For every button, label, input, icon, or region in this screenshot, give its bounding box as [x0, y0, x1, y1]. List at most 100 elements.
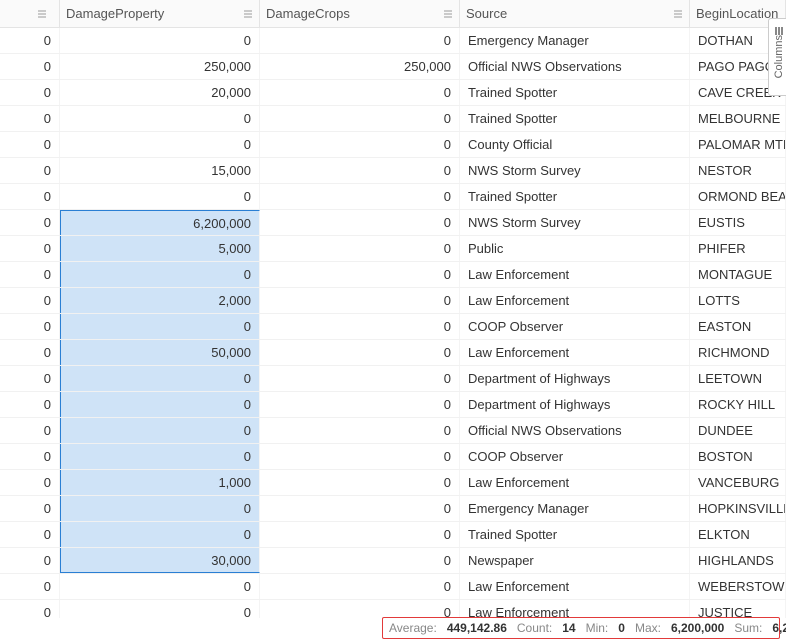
cell-c3[interactable]: Law Enforcement [460, 600, 690, 618]
cell-c0[interactable]: 0 [0, 574, 60, 599]
cell-c3[interactable]: Trained Spotter [460, 106, 690, 131]
table-row[interactable]: 050,0000Law EnforcementRICHMOND [0, 340, 786, 366]
cell-c1[interactable]: 0 [60, 418, 260, 443]
cell-c1[interactable]: 6,200,000 [60, 210, 260, 235]
cell-c2[interactable]: 0 [260, 158, 460, 183]
cell-c3[interactable]: Trained Spotter [460, 522, 690, 547]
cell-c2[interactable]: 0 [260, 106, 460, 131]
cell-c3[interactable]: Emergency Manager [460, 28, 690, 53]
cell-c1[interactable]: 0 [60, 496, 260, 521]
cell-c4[interactable]: LOTTS [690, 288, 786, 313]
table-row[interactable]: 000Emergency ManagerDOTHAN [0, 28, 786, 54]
cell-c1[interactable]: 0 [60, 392, 260, 417]
table-row[interactable]: 000Trained SpotterMELBOURNE BEACH [0, 106, 786, 132]
cell-c1[interactable]: 5,000 [60, 236, 260, 261]
table-row[interactable]: 02,0000Law EnforcementLOTTS [0, 288, 786, 314]
table-row[interactable]: 000Law EnforcementMONTAGUE [0, 262, 786, 288]
cell-c4[interactable]: HOPKINSVILLE A [690, 496, 786, 521]
cell-c1[interactable]: 2,000 [60, 288, 260, 313]
cell-c3[interactable]: Law Enforcement [460, 340, 690, 365]
cell-c1[interactable]: 1,000 [60, 470, 260, 495]
table-row[interactable]: 000Department of HighwaysLEETOWN [0, 366, 786, 392]
cell-c2[interactable]: 0 [260, 418, 460, 443]
columns-panel-toggle[interactable]: Columns [768, 18, 786, 96]
table-row[interactable]: 0250,000250,000Official NWS Observations… [0, 54, 786, 80]
table-row[interactable]: 05,0000PublicPHIFER [0, 236, 786, 262]
cell-c4[interactable]: PALOMAR MTN [690, 132, 786, 157]
cell-c2[interactable]: 0 [260, 132, 460, 157]
cell-c0[interactable]: 0 [0, 522, 60, 547]
grid-body[interactable]: 000Emergency ManagerDOTHAN0250,000250,00… [0, 28, 786, 618]
table-row[interactable]: 000Emergency ManagerHOPKINSVILLE A [0, 496, 786, 522]
cell-c0[interactable]: 0 [0, 54, 60, 79]
cell-c4[interactable]: MONTAGUE [690, 262, 786, 287]
cell-c0[interactable]: 0 [0, 496, 60, 521]
table-row[interactable]: 000Trained SpotterORMOND BEACH [0, 184, 786, 210]
cell-c4[interactable]: EASTON [690, 314, 786, 339]
cell-c4[interactable]: NESTOR [690, 158, 786, 183]
cell-c0[interactable]: 0 [0, 392, 60, 417]
cell-c0[interactable]: 0 [0, 444, 60, 469]
cell-c3[interactable]: Law Enforcement [460, 288, 690, 313]
cell-c0[interactable]: 0 [0, 366, 60, 391]
cell-c4[interactable]: LEETOWN [690, 366, 786, 391]
cell-c2[interactable]: 0 [260, 262, 460, 287]
cell-c1[interactable]: 20,000 [60, 80, 260, 105]
cell-c4[interactable]: ORMOND BEACH [690, 184, 786, 209]
cell-c4[interactable]: DUNDEE [690, 418, 786, 443]
cell-c3[interactable]: Newspaper [460, 548, 690, 573]
column-header-source[interactable]: Source [460, 0, 690, 27]
cell-c2[interactable]: 0 [260, 340, 460, 365]
cell-c2[interactable]: 0 [260, 496, 460, 521]
table-row[interactable]: 06,200,0000NWS Storm SurveyEUSTIS [0, 210, 786, 236]
cell-c2[interactable]: 0 [260, 444, 460, 469]
cell-c2[interactable]: 0 [260, 574, 460, 599]
cell-c3[interactable]: Department of Highways [460, 392, 690, 417]
cell-c0[interactable]: 0 [0, 236, 60, 261]
cell-c4[interactable]: ELKTON [690, 522, 786, 547]
cell-c4[interactable]: JUSTICE [690, 600, 786, 618]
cell-c2[interactable]: 0 [260, 366, 460, 391]
table-row[interactable]: 000Department of HighwaysROCKY HILL [0, 392, 786, 418]
cell-c0[interactable]: 0 [0, 288, 60, 313]
cell-c3[interactable]: Department of Highways [460, 366, 690, 391]
cell-c1[interactable]: 0 [60, 132, 260, 157]
cell-c3[interactable]: Law Enforcement [460, 262, 690, 287]
cell-c1[interactable]: 15,000 [60, 158, 260, 183]
cell-c4[interactable]: VANCEBURG [690, 470, 786, 495]
cell-c4[interactable]: WEBERSTOWN [690, 574, 786, 599]
table-row[interactable]: 01,0000Law EnforcementVANCEBURG [0, 470, 786, 496]
cell-c0[interactable]: 0 [0, 262, 60, 287]
cell-c0[interactable]: 0 [0, 470, 60, 495]
cell-c3[interactable]: Law Enforcement [460, 470, 690, 495]
cell-c0[interactable]: 0 [0, 80, 60, 105]
cell-c1[interactable]: 0 [60, 262, 260, 287]
cell-c1[interactable]: 0 [60, 366, 260, 391]
cell-c1[interactable]: 50,000 [60, 340, 260, 365]
cell-c0[interactable]: 0 [0, 548, 60, 573]
cell-c0[interactable]: 0 [0, 28, 60, 53]
cell-c0[interactable]: 0 [0, 132, 60, 157]
menu-icon[interactable] [243, 9, 253, 19]
cell-c4[interactable]: PHIFER [690, 236, 786, 261]
cell-c4[interactable]: RICHMOND [690, 340, 786, 365]
cell-c1[interactable]: 0 [60, 184, 260, 209]
cell-c2[interactable]: 0 [260, 236, 460, 261]
cell-c4[interactable]: HIGHLANDS [690, 548, 786, 573]
cell-c1[interactable]: 0 [60, 106, 260, 131]
table-row[interactable]: 000County OfficialPALOMAR MTN [0, 132, 786, 158]
column-header-damage-property[interactable]: DamageProperty [60, 0, 260, 27]
cell-c2[interactable]: 0 [260, 80, 460, 105]
column-header-blank[interactable] [0, 0, 60, 27]
table-row[interactable]: 000Official NWS ObservationsDUNDEE [0, 418, 786, 444]
cell-c2[interactable]: 250,000 [260, 54, 460, 79]
cell-c2[interactable]: 0 [260, 210, 460, 235]
cell-c1[interactable]: 0 [60, 28, 260, 53]
cell-c4[interactable]: ROCKY HILL [690, 392, 786, 417]
cell-c0[interactable]: 0 [0, 418, 60, 443]
cell-c0[interactable]: 0 [0, 158, 60, 183]
table-row[interactable]: 000Law EnforcementWEBERSTOWN [0, 574, 786, 600]
cell-c1[interactable]: 0 [60, 574, 260, 599]
cell-c4[interactable]: BOSTON [690, 444, 786, 469]
cell-c1[interactable]: 0 [60, 314, 260, 339]
